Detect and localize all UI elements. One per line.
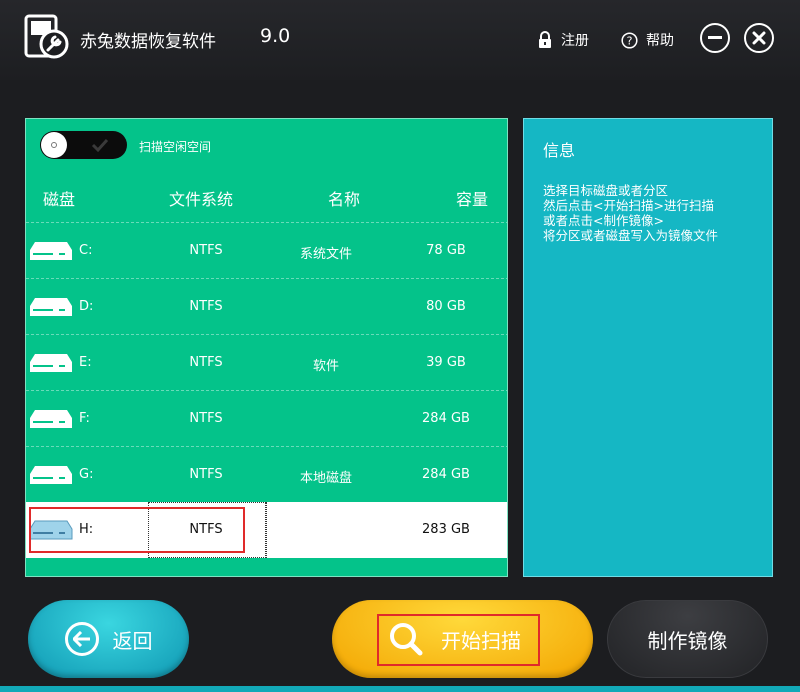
- selection-highlight-box: [29, 507, 245, 553]
- disk-capacity: 39 GB: [426, 355, 466, 370]
- search-icon: [390, 623, 423, 656]
- disk-capacity: 80 GB: [426, 299, 466, 314]
- info-line: 然后点击<开始扫描>进行扫描: [543, 198, 714, 213]
- disk-filesystem: NTFS: [189, 467, 223, 482]
- disk-letter: D:: [79, 299, 94, 314]
- disk-row-e[interactable]: E: NTFS 软件 39 GB: [26, 334, 507, 390]
- scan-button-content: 开始扫描: [389, 622, 521, 656]
- disk-letter: F:: [79, 411, 90, 426]
- header-filesystem: 文件系统: [169, 190, 234, 209]
- app-title: 赤兔数据恢复软件: [80, 32, 216, 52]
- start-scan-button[interactable]: 开始扫描: [332, 600, 593, 678]
- hard-drive-icon: [30, 242, 72, 260]
- disk-filesystem: NTFS: [189, 355, 223, 370]
- close-icon: [752, 31, 766, 45]
- disk-capacity: 283 GB: [422, 522, 470, 537]
- close-button[interactable]: [744, 23, 774, 53]
- minimize-button[interactable]: [700, 23, 730, 53]
- toggle-knob: [41, 132, 67, 158]
- svg-text:?: ?: [627, 34, 633, 47]
- disk-letter: E:: [79, 355, 92, 370]
- register-link[interactable]: 注册: [537, 30, 589, 50]
- disk-row-d[interactable]: D: NTFS 80 GB: [26, 278, 507, 334]
- bottom-stripe: [0, 686, 800, 692]
- disk-capacity: 284 GB: [422, 411, 470, 426]
- scan-free-space-label: 扫描空闲空间: [139, 140, 212, 154]
- disk-name: 本地磁盘: [299, 471, 352, 486]
- info-line: 或者点击<制作镜像>: [543, 213, 664, 228]
- disk-filesystem: NTFS: [189, 243, 223, 258]
- disk-row-c[interactable]: C: NTFS 系统文件 78 GB: [26, 222, 507, 278]
- disk-filesystem: NTFS: [189, 411, 223, 426]
- info-text: 选择目标磁盘或者分区 然后点击<开始扫描>进行扫描 或者点击<制作镜像> 将分区…: [543, 183, 718, 243]
- app-version: 9.0: [260, 25, 291, 47]
- disk-letter: C:: [79, 243, 93, 258]
- disk-capacity: 78 GB: [426, 243, 466, 258]
- hard-drive-icon: [30, 410, 72, 428]
- help-link[interactable]: ? 帮助: [621, 30, 674, 50]
- minus-icon: [708, 36, 722, 39]
- disk-capacity: 284 GB: [422, 467, 470, 482]
- disk-name: 软件: [312, 359, 339, 374]
- help-label: 帮助: [646, 33, 674, 49]
- info-line: 将分区或者磁盘写入为镜像文件: [543, 228, 719, 243]
- lock-icon: [539, 31, 551, 48]
- hard-drive-icon: [30, 466, 72, 484]
- disk-letter: G:: [79, 467, 94, 482]
- make-image-button[interactable]: 制作镜像: [607, 600, 768, 678]
- hard-drive-icon: [30, 298, 72, 316]
- back-button[interactable]: 返回: [28, 600, 189, 678]
- back-label: 返回: [112, 628, 153, 653]
- header-disk: 磁盘: [43, 190, 76, 209]
- disk-filesystem: NTFS: [189, 299, 223, 314]
- register-label: 注册: [561, 33, 589, 49]
- title-bar: 赤兔数据恢复软件 9.0 注册 ? 帮助: [0, 0, 800, 80]
- info-panel: 信息 选择目标磁盘或者分区 然后点击<开始扫描>进行扫描 或者点击<制作镜像> …: [523, 118, 773, 577]
- disk-row-g[interactable]: G: NTFS 本地磁盘 284 GB: [26, 446, 507, 502]
- info-title: 信息: [543, 141, 576, 160]
- header-name: 名称: [328, 190, 361, 209]
- info-line: 选择目标磁盘或者分区: [543, 183, 669, 198]
- disk-name: 系统文件: [299, 247, 352, 262]
- disk-row-h[interactable]: H: NTFS 283 GB: [26, 502, 507, 558]
- arrow-left-icon: [64, 622, 99, 656]
- question-circle-icon: ?: [621, 31, 638, 49]
- hard-drive-icon: [30, 354, 72, 372]
- disk-wrench-icon: [24, 14, 69, 59]
- scan-label: 开始扫描: [441, 628, 521, 653]
- header-capacity: 容量: [456, 190, 489, 209]
- check-icon: [91, 138, 109, 153]
- disk-row-f[interactable]: F: NTFS 284 GB: [26, 390, 507, 446]
- scan-free-space-toggle[interactable]: [40, 131, 127, 159]
- make-image-label: 制作镜像: [647, 628, 728, 653]
- disk-list-panel: 扫描空闲空间 磁盘 文件系统 名称 容量 C: NTFS 系统文件 78 GB …: [25, 118, 508, 577]
